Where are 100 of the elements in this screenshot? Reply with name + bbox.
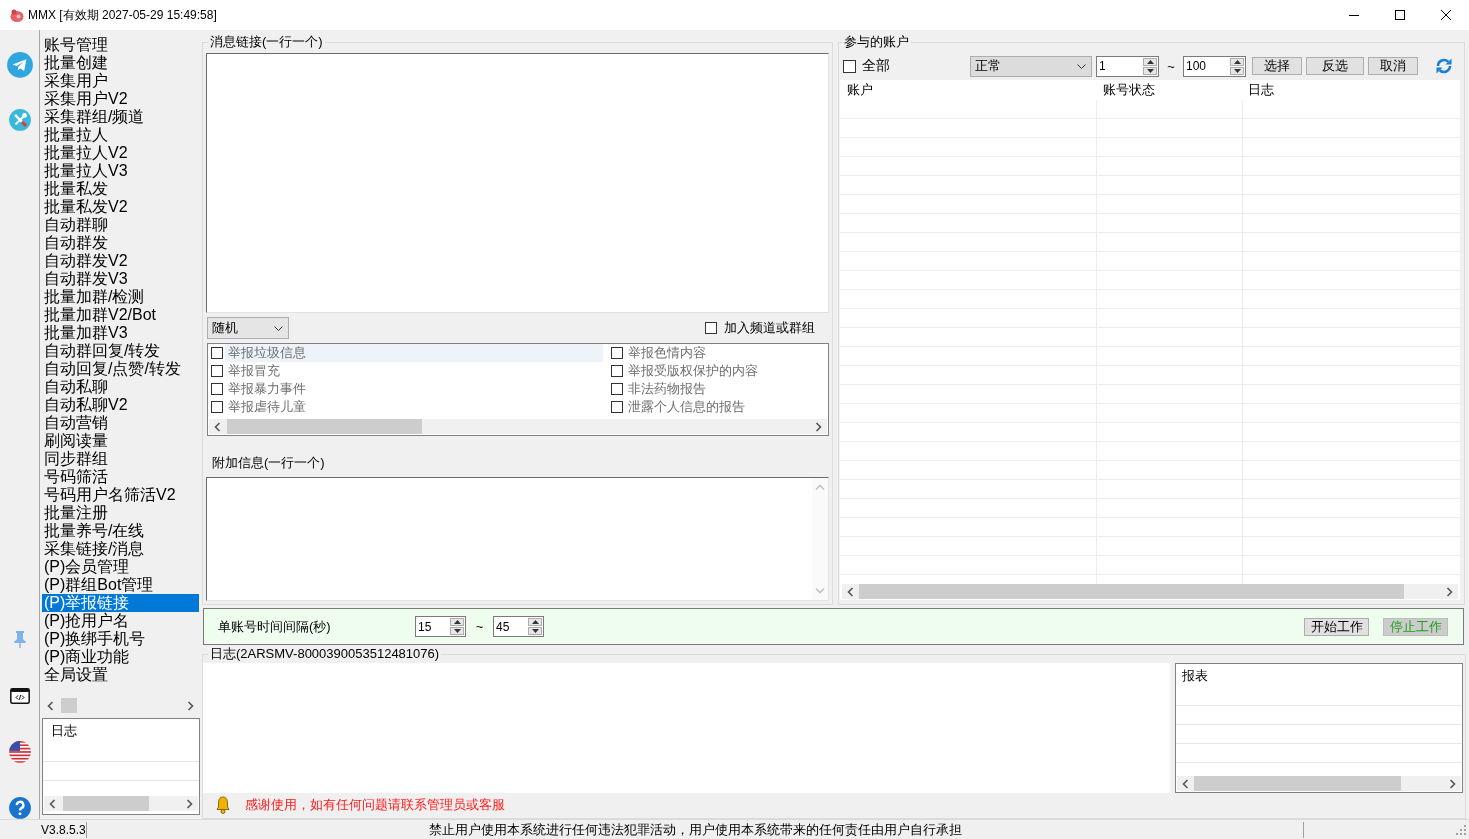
checkbox[interactable]: [611, 347, 623, 359]
menu-item[interactable]: (P)商业功能: [42, 648, 199, 666]
number-field[interactable]: 100: [1183, 55, 1246, 77]
chevron-right-icon[interactable]: [1449, 778, 1456, 789]
chevron-right-icon[interactable]: [1446, 586, 1453, 597]
menu-item[interactable]: 批量注册: [42, 504, 199, 522]
menu-item[interactable]: 自动私聊V2: [42, 396, 199, 414]
number-field[interactable]: 45: [493, 616, 544, 637]
column-header[interactable]: 日志: [1248, 82, 1274, 97]
scrollbar-thumb[interactable]: [63, 796, 149, 811]
menu-item[interactable]: (P)换绑手机号: [42, 630, 199, 648]
checklist-item[interactable]: 举报受版权保护的内容: [625, 362, 820, 380]
menu-item[interactable]: (P)会员管理: [42, 558, 199, 576]
checklist-item[interactable]: 举报垃圾信息: [225, 344, 603, 362]
spin-down-button[interactable]: [1143, 66, 1157, 75]
menu-item[interactable]: 批量拉人: [42, 126, 199, 144]
menu-item[interactable]: (P)群组Bot管理: [42, 576, 199, 594]
menu-item[interactable]: 批量创建: [42, 54, 199, 72]
menu-item[interactable]: 自动回复/点赞/转发: [42, 360, 199, 378]
checklist-item[interactable]: 泄露个人信息的报告: [625, 398, 820, 416]
toolbar-button[interactable]: 取消: [1368, 57, 1418, 75]
toolbar-button[interactable]: 选择: [1252, 57, 1302, 75]
menu-item[interactable]: 采集链接/消息: [42, 540, 199, 558]
tools-icon[interactable]: [8, 108, 31, 131]
checkbox[interactable]: [611, 383, 623, 395]
spin-down-button[interactable]: [450, 627, 464, 635]
menu-item[interactable]: 批量加群/检测: [42, 288, 199, 306]
menu-item[interactable]: (P)抢用户名: [42, 612, 199, 630]
checkbox[interactable]: [211, 365, 223, 377]
menu-item[interactable]: 自动私聊: [42, 378, 199, 396]
menu-item[interactable]: 自动群发V2: [42, 252, 199, 270]
horizontal-scrollbar[interactable]: [44, 796, 198, 811]
checklist-item[interactable]: 举报虐待儿童: [225, 398, 603, 416]
horizontal-scrollbar[interactable]: [209, 419, 827, 434]
menu-item[interactable]: (P)举报链接: [42, 594, 199, 612]
checkbox-label[interactable]: 加入频道或群组: [724, 319, 815, 337]
chevron-right-icon[interactable]: [815, 421, 822, 432]
spin-up-button[interactable]: [528, 618, 542, 626]
refresh-icon[interactable]: [1435, 57, 1453, 75]
chevron-left-icon[interactable]: [214, 421, 221, 432]
spin-down-button[interactable]: [528, 627, 542, 635]
scrollbar-thumb[interactable]: [61, 698, 77, 713]
menu-item[interactable]: 全局设置: [42, 666, 199, 684]
menu-item[interactable]: 号码用户名筛活V2: [42, 486, 199, 504]
menu-item[interactable]: 自动营销: [42, 414, 199, 432]
menu-item[interactable]: 刷阅读量: [42, 432, 199, 450]
chevron-left-icon[interactable]: [847, 586, 854, 597]
checklist-item[interactable]: 举报色情内容: [625, 344, 820, 362]
checkbox-label[interactable]: 全部: [862, 57, 890, 75]
code-window-icon[interactable]: [9, 688, 30, 705]
menu-item[interactable]: 批量私发: [42, 180, 199, 198]
chevron-left-icon[interactable]: [1182, 778, 1189, 789]
scrollbar-thumb[interactable]: [227, 419, 422, 434]
menu-item[interactable]: 自动群回复/转发: [42, 342, 199, 360]
menu-item[interactable]: 批量养号/在线: [42, 522, 199, 540]
toolbar-button[interactable]: 反选: [1306, 57, 1364, 75]
number-field[interactable]: 1: [1096, 55, 1159, 77]
horizontal-scrollbar[interactable]: [1177, 776, 1461, 791]
checklist-item[interactable]: 举报暴力事件: [225, 380, 603, 398]
action-button[interactable]: 开始工作: [1304, 617, 1369, 636]
menu-item[interactable]: 自动群聊: [42, 216, 199, 234]
chevron-left-icon[interactable]: [49, 798, 56, 809]
checkbox[interactable]: [211, 383, 223, 395]
resize-grip-icon[interactable]: [1456, 824, 1466, 835]
checkbox[interactable]: [705, 322, 717, 334]
dropdown[interactable]: 随机: [207, 317, 289, 339]
spin-down-button[interactable]: [1230, 66, 1244, 75]
chevron-right-icon[interactable]: [187, 700, 194, 711]
menu-item[interactable]: 同步群组: [42, 450, 199, 468]
spin-up-button[interactable]: [1230, 57, 1244, 66]
checkbox[interactable]: [211, 347, 223, 359]
checkbox[interactable]: [211, 401, 223, 413]
menu-item[interactable]: 采集用户: [42, 72, 199, 90]
menu-item[interactable]: 采集用户V2: [42, 90, 199, 108]
column-header[interactable]: 账户: [847, 82, 873, 97]
chevron-left-icon[interactable]: [47, 700, 54, 711]
column-header[interactable]: 账号状态: [1103, 82, 1155, 97]
menu-item[interactable]: 批量私发V2: [42, 198, 199, 216]
help-icon[interactable]: [8, 797, 31, 819]
menu-item[interactable]: 号码筛活: [42, 468, 199, 486]
dropdown[interactable]: 正常: [970, 55, 1092, 77]
menu-item[interactable]: 批量拉人V2: [42, 144, 199, 162]
checklist-item[interactable]: 非法药物报告: [625, 380, 820, 398]
menu-item[interactable]: 批量加群V3: [42, 324, 199, 342]
flag-icon[interactable]: [8, 741, 31, 764]
scrollbar-thumb[interactable]: [1194, 776, 1401, 791]
menu-item[interactable]: 采集群组/频道: [42, 108, 199, 126]
paper-plane-icon[interactable]: [6, 52, 33, 78]
number-field[interactable]: 15: [415, 616, 466, 637]
checkbox[interactable]: [611, 365, 623, 377]
menu-item[interactable]: 自动群发V3: [42, 270, 199, 288]
checkbox[interactable]: [843, 59, 856, 73]
menu-item[interactable]: 账号管理: [42, 36, 199, 54]
spin-up-button[interactable]: [1143, 57, 1157, 66]
checklist-item[interactable]: 举报冒充: [225, 362, 603, 380]
spin-up-button[interactable]: [450, 618, 464, 626]
menu-item[interactable]: 自动群发: [42, 234, 199, 252]
menu-item[interactable]: 批量加群V2/Bot: [42, 306, 199, 324]
chevron-right-icon[interactable]: [186, 798, 193, 809]
menu-item[interactable]: 批量拉人V3: [42, 162, 199, 180]
